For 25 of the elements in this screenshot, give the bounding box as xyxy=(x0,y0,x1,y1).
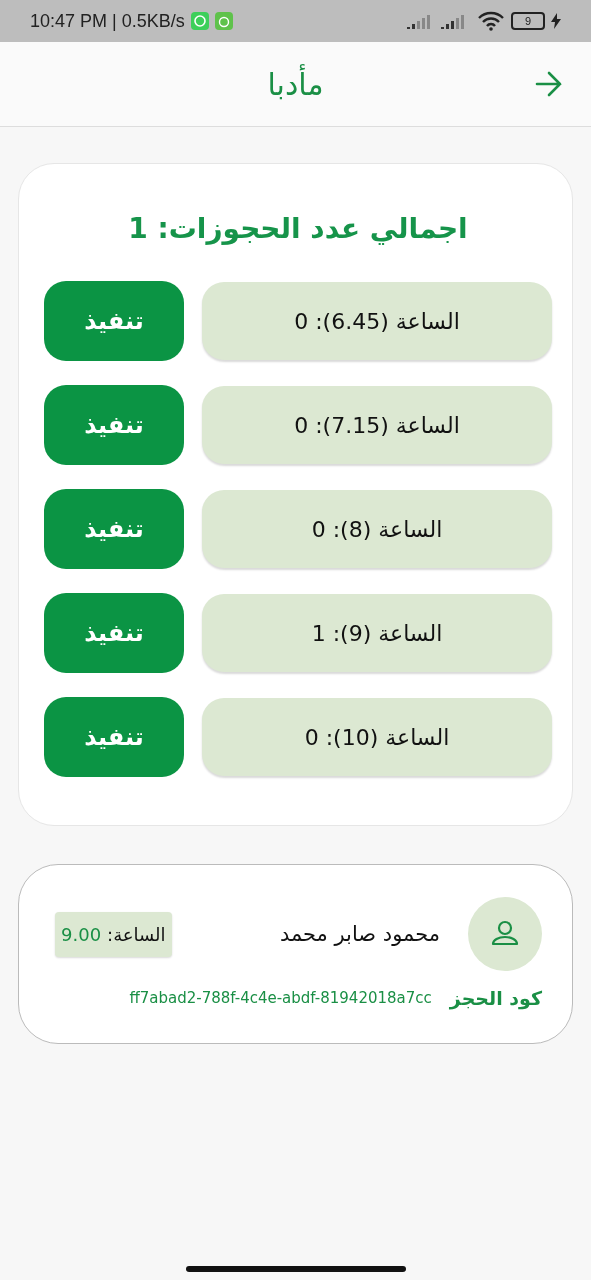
status-time: 10:47 PM | 0.5KB/s xyxy=(30,10,185,32)
execute-button[interactable]: تنفيذ xyxy=(44,281,184,361)
wifi-icon xyxy=(477,11,505,31)
arrow-icon[interactable] xyxy=(535,71,563,97)
chat-app-icon xyxy=(190,12,209,30)
execute-button[interactable]: تنفيذ xyxy=(44,593,184,673)
customer-name: محمود صابر محمد xyxy=(279,922,440,946)
slot-count: الساعة (8): 0 xyxy=(202,490,552,568)
time-label: الساعة: xyxy=(107,923,166,945)
time-value: 9.00 xyxy=(61,923,102,945)
slot-count: الساعة (7.15): 0 xyxy=(202,386,552,464)
execute-button[interactable]: تنفيذ xyxy=(44,489,184,569)
bookings-total: اجمالي عدد الحجوزات: 1 xyxy=(128,212,468,245)
slot-count: الساعة (6.45): 0 xyxy=(202,282,552,360)
user-icon xyxy=(468,897,542,971)
page-title: مأدبا xyxy=(267,66,324,102)
execute-button[interactable]: تنفيذ xyxy=(44,697,184,777)
slot-count: الساعة (10): 0 xyxy=(202,698,552,776)
booking-code-label: كود الحجز xyxy=(449,987,542,1009)
app-notification-icon xyxy=(214,12,233,30)
charging-icon xyxy=(551,13,561,29)
slot-count: الساعة (9): 1 xyxy=(202,594,552,672)
booking-code: ff7abad2-788f-4c4e-abdf-81942018a7cc xyxy=(129,989,432,1007)
execute-button[interactable]: تنفيذ xyxy=(44,385,184,465)
battery-icon: 9 xyxy=(511,12,545,30)
